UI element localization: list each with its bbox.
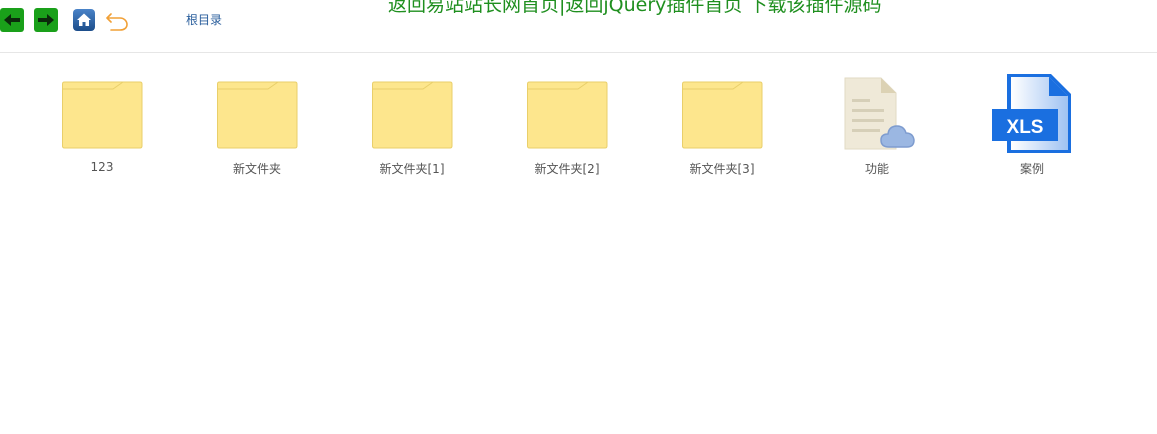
breadcrumb-root-link[interactable]: 根目录 (186, 11, 222, 28)
file-item[interactable]: 新文件夹 (192, 73, 322, 183)
file-grid: 123 新文件夹 新文件夹[1] 新文件夹[2] 新文件夹[3] 功能 XLS … (0, 53, 1157, 434)
home-icon (73, 9, 95, 31)
cloud-document-icon (812, 73, 942, 155)
folder-icon (37, 73, 167, 155)
forward-button[interactable] (34, 8, 58, 32)
file-name: 新文件夹[3] (689, 162, 755, 176)
folder-icon (347, 73, 477, 155)
file-name: 功能 (864, 162, 889, 176)
file-item[interactable]: 新文件夹[1] (347, 73, 477, 183)
file-item[interactable]: XLS 案例 (967, 73, 1097, 183)
arrow-right-icon (34, 8, 58, 32)
home-button[interactable] (72, 8, 96, 32)
xls-file-icon: XLS (967, 73, 1097, 155)
toolbar: 根目录 返回易站站长网首页|返回jQuery插件首页 下载该插件源码 (0, 0, 1157, 53)
file-name: 123 (90, 160, 114, 174)
folder-icon (502, 73, 632, 155)
banner-links[interactable]: 返回易站站长网首页|返回jQuery插件首页 下载该插件源码 (388, 0, 881, 17)
xls-badge-label: XLS (1007, 117, 1044, 138)
file-name: 新文件夹 (232, 162, 281, 176)
file-name: 案例 (1019, 162, 1044, 176)
arrow-left-icon (0, 8, 24, 32)
back-button[interactable] (0, 8, 24, 32)
file-item[interactable]: 新文件夹[3] (657, 73, 787, 183)
file-name: 新文件夹[1] (379, 162, 445, 176)
undo-icon (106, 13, 128, 31)
undo-button[interactable] (106, 8, 130, 32)
file-item[interactable]: 新文件夹[2] (502, 73, 632, 183)
folder-icon (657, 73, 787, 155)
file-item[interactable]: 123 (37, 73, 167, 183)
file-item[interactable]: 功能 (812, 73, 942, 183)
file-name: 新文件夹[2] (534, 162, 600, 176)
folder-icon (192, 73, 322, 155)
